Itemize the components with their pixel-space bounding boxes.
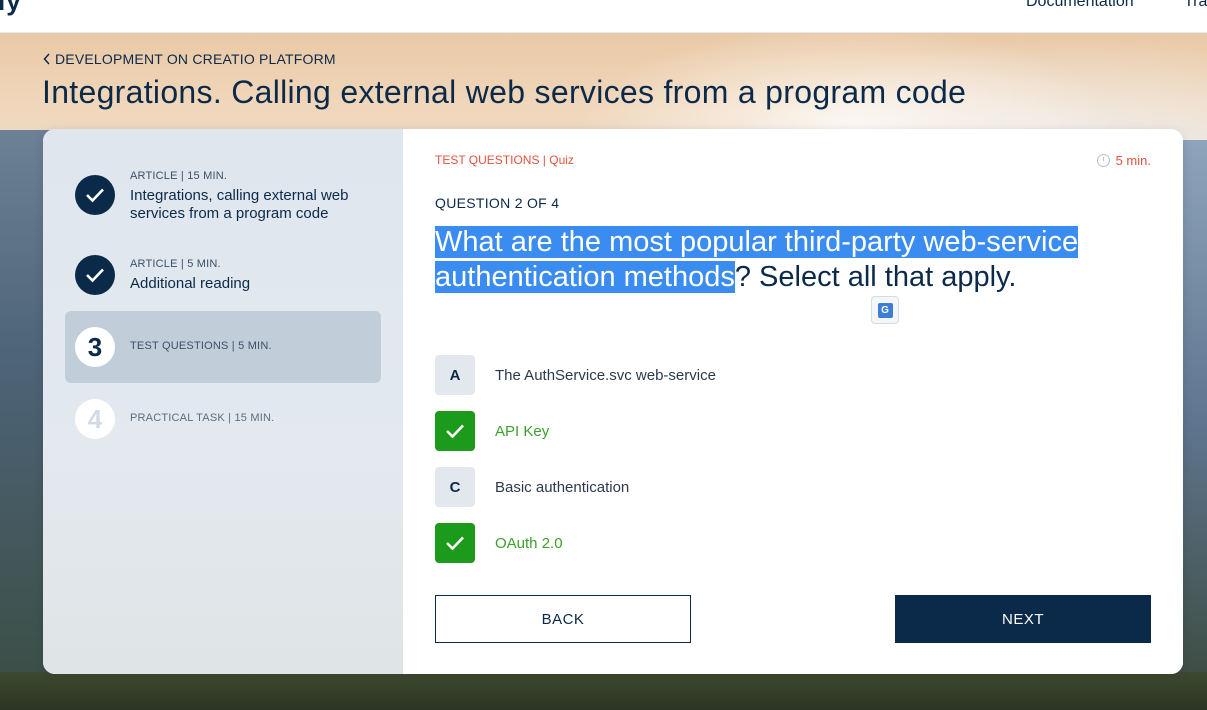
step-meta: PRACTICAL TASK | 15 MIN. bbox=[130, 412, 275, 424]
question-text: What are the most popular third-party we… bbox=[435, 225, 1135, 295]
step-label: Additional reading bbox=[130, 275, 251, 292]
quiz-panel: TEST QUESTIONS | Quiz 5 min. QUESTION 2 … bbox=[403, 129, 1183, 674]
answer-option-a[interactable]: A The AuthService.svc web-service bbox=[435, 355, 716, 395]
step-meta: ARTICLE | 15 MIN. bbox=[130, 170, 228, 182]
checkmark-icon bbox=[446, 536, 464, 551]
background-forest bbox=[0, 672, 1207, 710]
top-navigation-bar: ly Documentation Tra bbox=[0, 0, 1207, 33]
answer-option-b[interactable]: API Key bbox=[435, 411, 549, 451]
step-meta: ARTICLE | 5 MIN. bbox=[130, 258, 221, 270]
next-button[interactable]: NEXT bbox=[895, 595, 1151, 643]
lesson-sidebar: ARTICLE | 15 MIN. Integrations, calling … bbox=[43, 129, 403, 674]
nav-link-documentation[interactable]: Documentation bbox=[1026, 0, 1134, 11]
sidebar-step-1[interactable]: ARTICLE | 15 MIN. Integrations, calling … bbox=[65, 159, 381, 231]
quiz-tag: TEST QUESTIONS | Quiz bbox=[435, 153, 574, 167]
lesson-card: ARTICLE | 15 MIN. Integrations, calling … bbox=[43, 129, 1183, 674]
step-number-badge: 4 bbox=[75, 399, 115, 439]
chevron-left-icon bbox=[43, 53, 50, 65]
breadcrumb-label[interactable]: DEVELOPMENT ON CREATIO PLATFORM bbox=[55, 51, 336, 67]
step-number-badge: 3 bbox=[75, 327, 115, 367]
sidebar-step-2[interactable]: ARTICLE | 5 MIN. Additional reading bbox=[65, 239, 381, 311]
step-label: Integrations, calling external web servi… bbox=[130, 187, 349, 222]
nav-link-training[interactable]: Tra bbox=[1184, 0, 1207, 11]
translate-icon[interactable]: G bbox=[871, 296, 899, 324]
step-complete-badge bbox=[75, 255, 115, 295]
option-text[interactable]: API Key bbox=[495, 423, 549, 440]
duration-text: 5 min. bbox=[1115, 153, 1151, 168]
checkmark-icon bbox=[86, 268, 104, 283]
duration-indicator: 5 min. bbox=[1096, 153, 1151, 168]
clock-icon bbox=[1096, 154, 1110, 167]
option-key[interactable]: C bbox=[435, 467, 475, 507]
option-text[interactable]: Basic authentication bbox=[495, 479, 629, 496]
option-text[interactable]: OAuth 2.0 bbox=[495, 535, 563, 552]
question-counter: QUESTION 2 OF 4 bbox=[435, 195, 560, 211]
step-meta: TEST QUESTIONS | 5 MIN. bbox=[130, 340, 272, 352]
question-rest-text: ? Select all that apply. bbox=[734, 261, 1017, 293]
option-text[interactable]: The AuthService.svc web-service bbox=[495, 367, 716, 384]
sidebar-step-3[interactable]: 3 TEST QUESTIONS | 5 MIN. bbox=[65, 311, 381, 383]
checkmark-icon bbox=[446, 424, 464, 439]
option-checked-box[interactable] bbox=[435, 411, 475, 451]
step-complete-badge bbox=[75, 175, 115, 215]
breadcrumb[interactable]: DEVELOPMENT ON CREATIO PLATFORM bbox=[43, 51, 336, 67]
site-logo[interactable]: ly bbox=[0, 0, 22, 17]
option-checked-box[interactable] bbox=[435, 523, 475, 563]
answer-option-c[interactable]: C Basic authentication bbox=[435, 467, 629, 507]
answer-option-d[interactable]: OAuth 2.0 bbox=[435, 523, 563, 563]
option-key[interactable]: A bbox=[435, 355, 475, 395]
back-button[interactable]: BACK bbox=[435, 595, 691, 643]
checkmark-icon bbox=[86, 188, 104, 203]
sidebar-step-4[interactable]: 4 PRACTICAL TASK | 15 MIN. bbox=[65, 383, 381, 455]
page-title: Integrations. Calling external web servi… bbox=[42, 74, 967, 110]
